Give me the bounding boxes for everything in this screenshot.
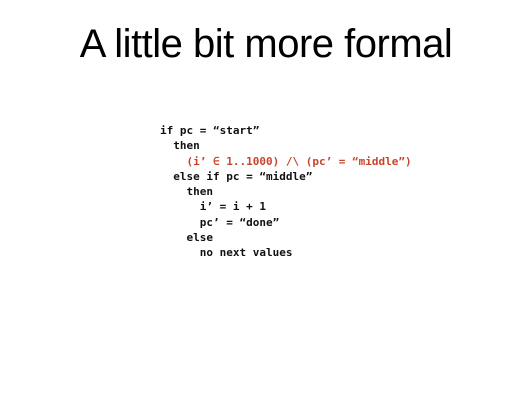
code-line: else if pc = “middle” [160, 169, 313, 183]
slide: A little bit more formal if pc = “start”… [0, 0, 532, 400]
code-line: if pc = “start” [160, 124, 260, 137]
code-line: then [160, 185, 213, 199]
slide-title: A little bit more formal [79, 22, 453, 66]
code-line: i’ = i + 1 [160, 200, 266, 214]
code-line: no next values [160, 246, 293, 260]
code-line: (i’ ∈ 1..1000) /\ (pc’ = “middle”) [160, 154, 412, 168]
code-line: else [160, 231, 213, 245]
code-line: pc’ = “done” [160, 215, 280, 229]
code-block: if pc = “start” then (i’ ∈ 1..1000) /\ (… [160, 123, 412, 261]
code-line: then [160, 139, 200, 153]
